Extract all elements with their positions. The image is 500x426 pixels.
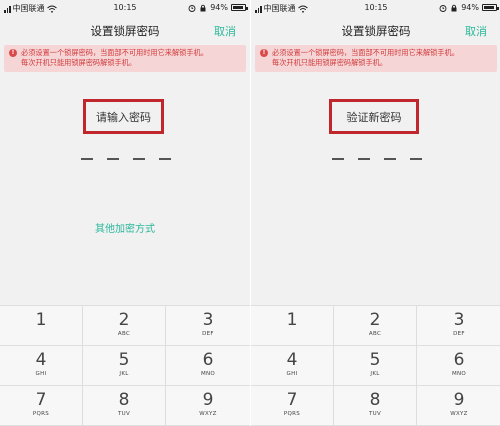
battery-percent: 94% bbox=[210, 3, 228, 12]
warning-icon: ! bbox=[9, 49, 17, 57]
other-encryption-link[interactable]: 其他加密方式 bbox=[0, 220, 250, 235]
nav-bar: 设置锁屏密码 取消 bbox=[0, 18, 250, 44]
status-bar: 中国联通 10:15 94% bbox=[0, 0, 250, 18]
cancel-button[interactable]: 取消 bbox=[214, 23, 236, 39]
key-1[interactable]: 1 bbox=[0, 306, 83, 346]
key-6[interactable]: 6 MNO bbox=[166, 346, 250, 386]
password-dots bbox=[81, 153, 171, 163]
screen-verify-password: 中国联通 10:15 94% 设置锁屏密码 取消 ! 必须设置一个锁屏密码，当面… bbox=[251, 0, 500, 426]
page-title: 设置锁屏密码 bbox=[90, 24, 160, 38]
key-5[interactable]: 5 JKL bbox=[83, 346, 166, 386]
key-8[interactable]: 8 TUV bbox=[334, 386, 417, 426]
password-slot bbox=[358, 158, 370, 160]
password-slot bbox=[133, 158, 145, 160]
battery-icon bbox=[482, 4, 499, 11]
alarm-icon bbox=[188, 4, 196, 12]
numeric-keypad: 1 2 ABC 3 DEF 4 GHI 5 JKL 6 MNO 7 PQRS 8 TUV 9W… bbox=[251, 305, 500, 426]
key-9[interactable]: 9 WXYZ bbox=[417, 386, 500, 426]
key-1[interactable]: 1 bbox=[251, 306, 334, 346]
key-6[interactable]: 6 MNO bbox=[417, 346, 500, 386]
password-slot bbox=[81, 158, 93, 160]
password-slot bbox=[384, 158, 396, 160]
key-3[interactable]: 3 DEF bbox=[417, 306, 500, 346]
password-slot bbox=[159, 158, 171, 160]
key-4[interactable]: 4 GHI bbox=[251, 346, 334, 386]
warning-line-1: 必须设置一个锁屏密码，当面部不可用时用它来解锁手机。 bbox=[21, 48, 208, 57]
password-slot bbox=[410, 158, 422, 160]
key-2[interactable]: 2 ABC bbox=[334, 306, 417, 346]
warning-banner: ! 必须设置一个锁屏密码，当面部不可用时用它来解锁手机。 每次开机只能用锁屏密码… bbox=[4, 45, 246, 72]
lock-icon bbox=[200, 4, 206, 11]
nav-bar: 设置锁屏密码 取消 bbox=[251, 18, 500, 44]
key-3[interactable]: 3 DEF bbox=[166, 306, 250, 346]
password-slot bbox=[107, 158, 119, 160]
key-8[interactable]: 8 TUV bbox=[83, 386, 166, 426]
warning-line-2: 每次开机只能用锁屏密码解锁手机。 bbox=[21, 58, 137, 67]
warning-icon: ! bbox=[260, 49, 268, 57]
key-7[interactable]: 7 PQRS bbox=[0, 386, 83, 426]
prompt-text: 验证新密码 bbox=[346, 110, 402, 124]
warning-line-2: 每次开机只能用锁屏密码解锁手机。 bbox=[272, 58, 388, 67]
key-2[interactable]: 2 ABC bbox=[83, 306, 166, 346]
alarm-icon bbox=[439, 4, 447, 12]
key-4[interactable]: 4 GHI bbox=[0, 346, 83, 386]
password-slot bbox=[332, 158, 344, 160]
prompt-text: 请输入密码 bbox=[96, 110, 151, 124]
battery-icon bbox=[231, 4, 248, 11]
prompt-highlight: 请输入密码 bbox=[83, 99, 164, 134]
status-bar: 中国联通 10:15 94% bbox=[251, 0, 500, 18]
password-dots bbox=[332, 153, 422, 163]
warning-banner: ! 必须设置一个锁屏密码，当面部不可用时用它来解锁手机。 每次开机只能用锁屏密码… bbox=[255, 45, 497, 72]
lock-icon bbox=[451, 4, 457, 11]
page-title: 设置锁屏密码 bbox=[341, 24, 411, 38]
key-9[interactable]: 9 WXYZ bbox=[166, 386, 250, 426]
prompt-highlight: 验证新密码 bbox=[329, 99, 419, 134]
numeric-keypad: 1 2 ABC 3 DEF 4 GHI 5 JKL 6 MNO 7 PQRS 8 TUV 9W… bbox=[0, 305, 250, 426]
warning-line-1: 必须设置一个锁屏密码，当面部不可用时用它来解锁手机。 bbox=[272, 48, 459, 57]
key-5[interactable]: 5 JKL bbox=[334, 346, 417, 386]
screen-enter-password: 中国联通 10:15 94% 设置锁屏密码 取消 ! 必须设置一个锁屏密码，当面… bbox=[0, 0, 250, 426]
battery-percent: 94% bbox=[461, 3, 479, 12]
key-7[interactable]: 7 PQRS bbox=[251, 386, 334, 426]
cancel-button[interactable]: 取消 bbox=[465, 23, 487, 39]
